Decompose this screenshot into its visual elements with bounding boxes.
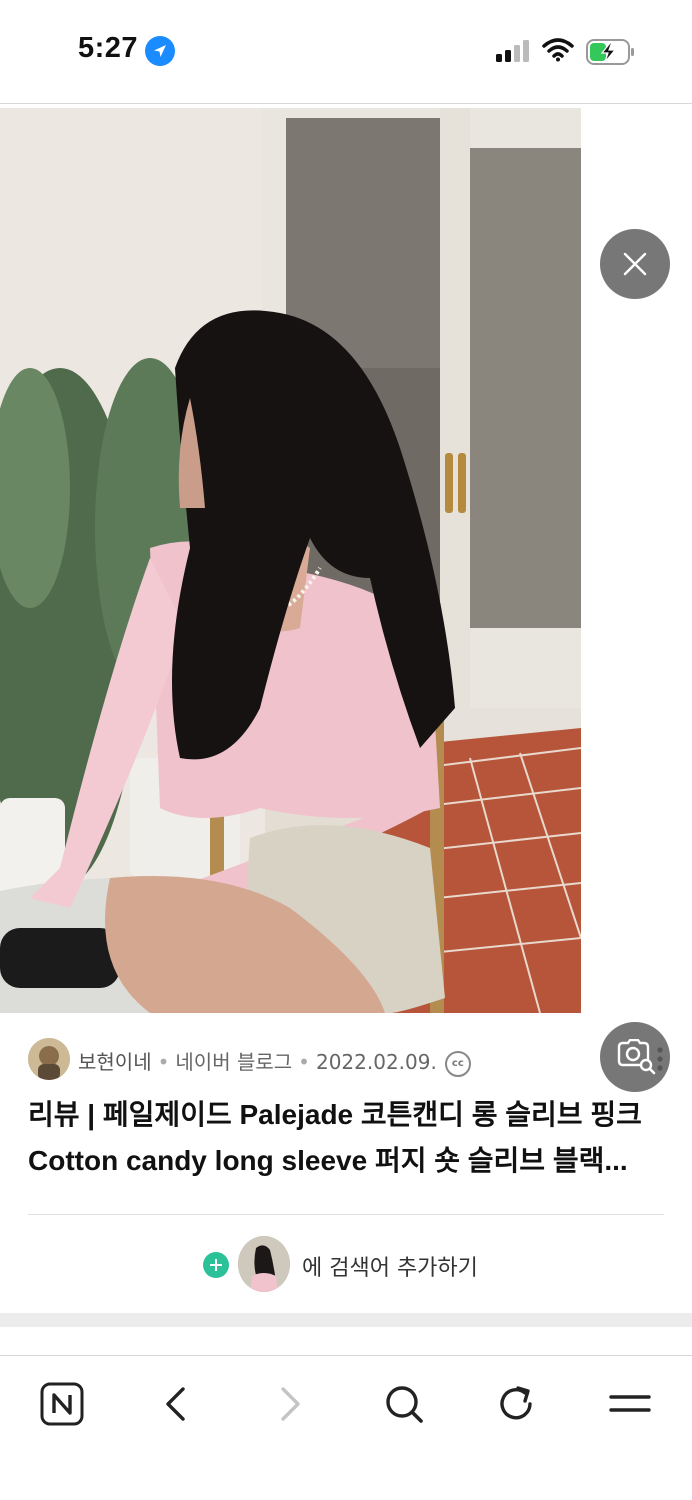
reload-icon[interactable]	[488, 1376, 544, 1432]
location-arrow-icon	[145, 36, 175, 66]
divider	[28, 1214, 664, 1215]
fashion-photo[interactable]	[0, 108, 581, 1013]
back-icon[interactable]	[148, 1376, 204, 1432]
menu-icon[interactable]	[602, 1376, 658, 1432]
search-icon[interactable]	[376, 1376, 432, 1432]
post-title[interactable]: 리뷰 | 페일제이드 Palejade 코튼캔디 롱 슬리브 핑크 Cotton…	[28, 1092, 668, 1184]
forward-icon[interactable]	[262, 1376, 318, 1432]
photo-thumbnail	[238, 1236, 290, 1292]
post-meta-text: 보현이네 • 네이버 블로그 • 2022.02.09. cc	[78, 1046, 471, 1077]
post-source: 네이버 블로그	[175, 1050, 293, 1074]
meta-separator: •	[157, 1050, 170, 1074]
post-title-line: 리뷰 | 페일제이드 Palejade 코튼캔디 롱 슬리브 핑크	[28, 1099, 642, 1130]
wifi-icon	[542, 38, 574, 66]
post-title-line: Cotton candy long sleeve 퍼지 숏 슬리브 블랙...	[28, 1145, 628, 1176]
status-bar: 5:27	[0, 0, 692, 104]
post-meta: 보현이네 • 네이버 블로그 • 2022.02.09. cc	[28, 1038, 668, 1080]
author-name[interactable]: 보현이네	[78, 1050, 152, 1074]
cellular-signal-icon	[496, 40, 532, 66]
bottom-toolbar	[0, 1356, 692, 1500]
image-viewer	[0, 104, 692, 1092]
close-button[interactable]	[600, 229, 670, 299]
section-separator	[0, 1313, 692, 1327]
status-time: 5:27	[78, 32, 139, 64]
close-icon	[623, 252, 647, 276]
meta-separator: •	[298, 1050, 310, 1074]
naver-home-icon[interactable]	[34, 1376, 90, 1432]
add-search-term-label: 에 검색어 추가하기	[302, 1256, 478, 1281]
more-options-icon[interactable]	[656, 1047, 664, 1075]
plus-icon	[203, 1252, 229, 1278]
post-date: 2022.02.09.	[315, 1050, 437, 1074]
add-search-term-row[interactable]: 에 검색어 추가하기	[0, 1236, 692, 1292]
creative-commons-icon: cc	[444, 1050, 471, 1077]
battery-charging-icon	[586, 39, 636, 69]
author-avatar[interactable]	[28, 1038, 70, 1080]
